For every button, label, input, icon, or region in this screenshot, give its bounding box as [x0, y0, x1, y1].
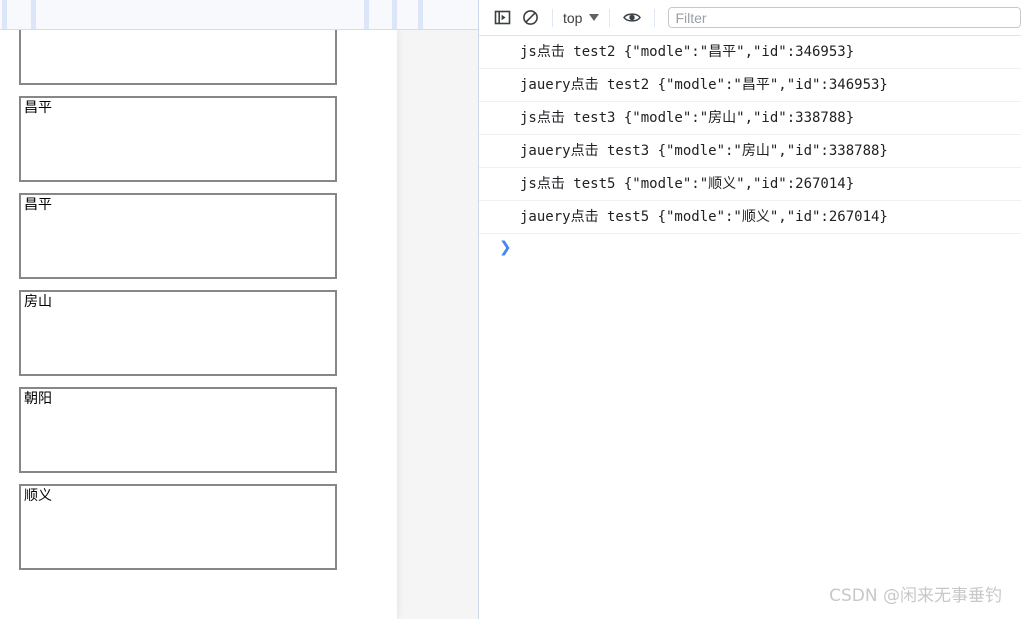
- chrome-divider: [392, 0, 397, 29]
- chrome-divider: [364, 0, 369, 29]
- console-message-row[interactable]: js点击 test5 {"modle":"顺义","id":267014}: [479, 168, 1021, 201]
- page-textarea[interactable]: 顺义: [19, 484, 337, 570]
- page-textarea[interactable]: 昌平: [19, 193, 337, 279]
- console-message-row[interactable]: js点击 test3 {"modle":"房山","id":338788}: [479, 102, 1021, 135]
- page-textarea[interactable]: 房山: [19, 290, 337, 376]
- chevron-down-icon: [589, 14, 600, 21]
- page-body: 昌平 昌平 房山 朝阳 顺义: [0, 30, 397, 619]
- execution-context-selector[interactable]: top: [561, 10, 601, 26]
- page-textarea[interactable]: 朝阳: [19, 387, 337, 473]
- console-message-row[interactable]: jauery点击 test5 {"modle":"顺义","id":267014…: [479, 201, 1021, 234]
- chrome-divider: [31, 0, 36, 29]
- clear-console-icon[interactable]: [516, 4, 544, 32]
- console-prompt-row[interactable]: ❯: [479, 234, 1021, 264]
- chrome-divider: [418, 0, 423, 29]
- console-toolbar: top: [479, 0, 1021, 36]
- devtools-console-panel: top js点击 test2 {"modle":"昌平","id":346953…: [479, 0, 1021, 619]
- console-message-row[interactable]: jauery点击 test2 {"modle":"昌平","id":346953…: [479, 69, 1021, 102]
- page-textarea[interactable]: 昌平: [19, 96, 337, 182]
- page-textarea[interactable]: [19, 30, 337, 85]
- console-message-row[interactable]: js点击 test2 {"modle":"昌平","id":346953}: [479, 36, 1021, 69]
- textarea-list: 昌平 昌平 房山 朝阳 顺义: [19, 30, 337, 581]
- page-viewport: 昌平 昌平 房山 朝阳 顺义: [0, 30, 478, 619]
- execution-context-label: top: [563, 9, 583, 26]
- csdn-watermark: CSDN @闲来无事垂钓: [829, 586, 1002, 606]
- toolbar-separator: [654, 8, 656, 27]
- chrome-divider: [2, 0, 7, 29]
- show-console-sidebar-icon[interactable]: [488, 4, 516, 32]
- console-message-row[interactable]: jauery点击 test3 {"modle":"房山","id":338788…: [479, 135, 1021, 168]
- console-prompt-chevron-icon: ❯: [499, 238, 512, 256]
- console-filter-input[interactable]: [668, 7, 1021, 28]
- toolbar-separator: [552, 8, 553, 27]
- browser-toolbar-strip: [0, 0, 478, 30]
- console-message-list: js点击 test2 {"modle":"昌平","id":346953} ja…: [479, 36, 1021, 264]
- toolbar-separator: [609, 8, 611, 27]
- live-expression-eye-icon[interactable]: [618, 4, 646, 32]
